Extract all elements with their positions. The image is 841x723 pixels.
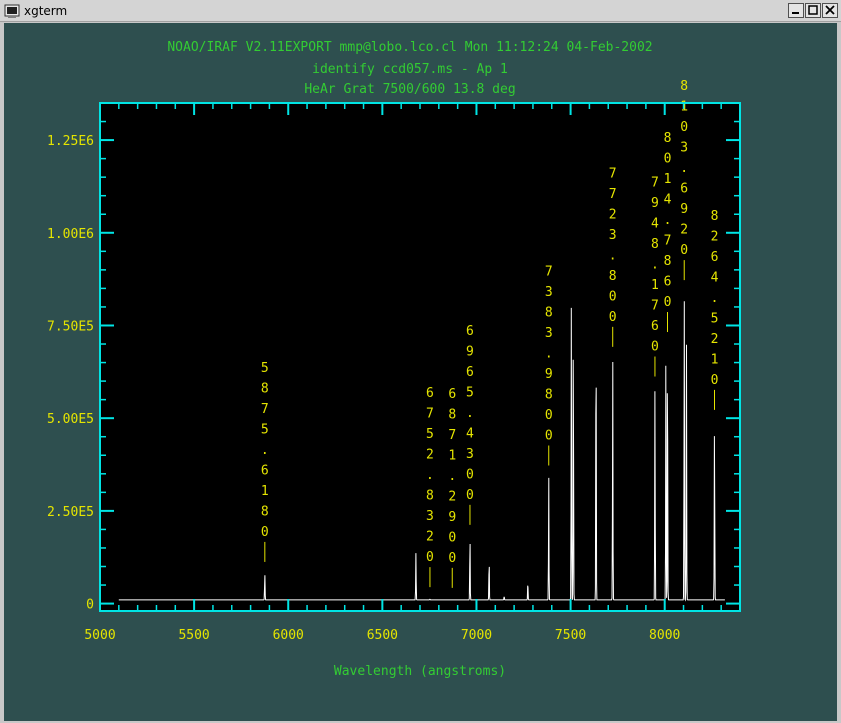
line-id-label-7: 8014.7860 bbox=[664, 131, 672, 310]
window-title: xgterm bbox=[24, 4, 68, 18]
window-titlebar[interactable]: xgterm bbox=[0, 0, 841, 22]
maximize-button[interactable] bbox=[805, 3, 821, 18]
minimize-icon bbox=[792, 12, 799, 14]
spectrum-plot[interactable]: NOAO/IRAF V2.11EXPORT mmp@lobo.lco.cl Mo… bbox=[4, 23, 837, 721]
plot-title-line-3: HeAr Grat 7500/600 13.8 deg bbox=[304, 82, 515, 97]
minimize-button[interactable] bbox=[788, 3, 804, 18]
x-axis-label: Wavelength (angstroms) bbox=[334, 664, 506, 679]
x-tick-label-0: 5000 bbox=[84, 628, 115, 643]
xgterm-window: xgterm NOAO/IRAF V2.11EXPORT mmp@lobo.lc… bbox=[0, 0, 841, 723]
x-tick-label-5: 7500 bbox=[555, 628, 586, 643]
line-id-label-0: 5875.6180 bbox=[261, 361, 269, 540]
line-id-label-9: 8264.5210 bbox=[711, 209, 719, 388]
y-tick-label-5: 1.25E6 bbox=[47, 134, 94, 149]
plot-title-line-1: NOAO/IRAF V2.11EXPORT mmp@lobo.lco.cl Mo… bbox=[167, 40, 652, 55]
x-tick-label-2: 6000 bbox=[273, 628, 304, 643]
y-tick-label-1: 2.50E5 bbox=[47, 505, 94, 520]
close-button[interactable] bbox=[822, 3, 838, 18]
y-tick-label-2: 5.00E5 bbox=[47, 412, 94, 427]
graphics-area[interactable]: NOAO/IRAF V2.11EXPORT mmp@lobo.lco.cl Mo… bbox=[4, 23, 837, 721]
terminal-app-icon[interactable] bbox=[4, 3, 20, 19]
close-icon bbox=[825, 5, 835, 15]
line-id-label-4: 7383.9800 bbox=[545, 265, 553, 444]
plot-background bbox=[100, 103, 740, 611]
x-tick-label-6: 8000 bbox=[649, 628, 680, 643]
line-id-label-1: 6752.8320 bbox=[426, 386, 434, 565]
y-tick-label-4: 1.00E6 bbox=[47, 227, 94, 242]
line-id-label-3: 6965.4300 bbox=[466, 324, 474, 503]
line-id-label-6: 7948.1760 bbox=[651, 176, 659, 355]
y-tick-label-0: 0 bbox=[86, 598, 94, 613]
line-id-label-2: 6871.2900 bbox=[448, 387, 456, 566]
x-tick-label-1: 5500 bbox=[178, 628, 209, 643]
x-tick-label-3: 6500 bbox=[367, 628, 398, 643]
x-tick-label-4: 7000 bbox=[461, 628, 492, 643]
maximize-icon bbox=[808, 5, 818, 15]
plot-title-line-2: identify ccd057.ms - Ap 1 bbox=[312, 62, 508, 77]
y-tick-label-3: 7.50E5 bbox=[47, 319, 94, 334]
